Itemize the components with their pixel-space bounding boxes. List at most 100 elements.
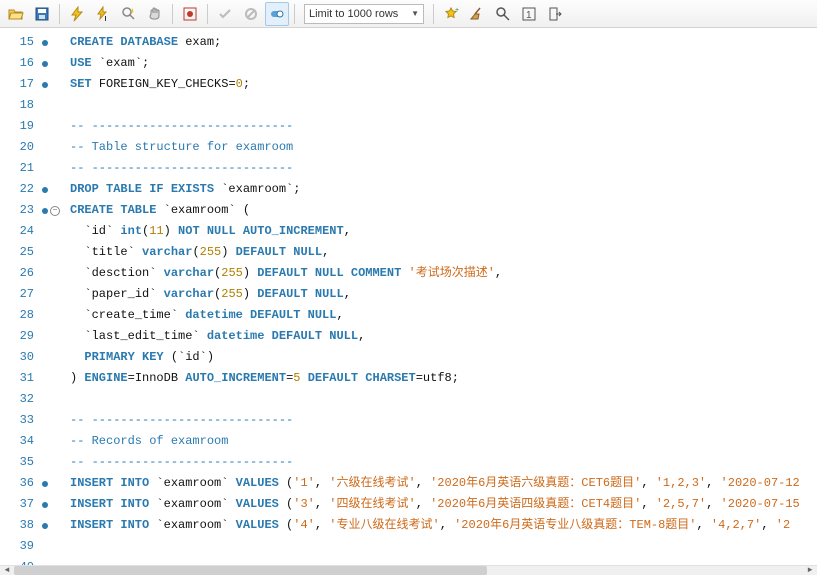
code-line[interactable]: INSERT INTO `examroom` VALUES ('3', '四级在… [66, 494, 817, 515]
lightning-cursor-icon [95, 6, 111, 22]
snippets-button[interactable] [543, 2, 567, 26]
autocommit-toggle[interactable] [265, 2, 289, 26]
stop-button[interactable] [143, 2, 167, 26]
cancel-grey-icon [243, 6, 259, 22]
line-number: 34 [0, 431, 40, 452]
rollback-button[interactable] [239, 2, 263, 26]
favorite-button[interactable]: + [439, 2, 463, 26]
beautify-button[interactable] [465, 2, 489, 26]
reconnect-button[interactable] [178, 2, 202, 26]
marker-row [40, 410, 66, 431]
save-icon [34, 6, 50, 22]
code-line[interactable]: USE `exam`; [66, 53, 817, 74]
marker-row [40, 347, 66, 368]
sql-editor[interactable]: 1516171819202122232425262728293031323334… [0, 28, 817, 575]
row-limit-dropdown[interactable]: Limit to 1000 rows ▼ [304, 4, 424, 24]
code-line[interactable]: ) ENGINE=InnoDB AUTO_INCREMENT=5 DEFAULT… [66, 368, 817, 389]
code-line[interactable]: `paper_id` varchar(255) DEFAULT NULL, [66, 284, 817, 305]
marker-row [40, 389, 66, 410]
code-line[interactable]: -- ---------------------------- [66, 116, 817, 137]
lightning-icon [69, 6, 85, 22]
marker-row [40, 305, 66, 326]
separator [433, 4, 434, 24]
statement-marker-icon [42, 481, 48, 487]
code-line[interactable]: SET FOREIGN_KEY_CHECKS=0; [66, 74, 817, 95]
code-area[interactable]: CREATE DATABASE exam;USE `exam`;SET FORE… [66, 28, 817, 575]
code-line[interactable]: -- Table structure for examroom [66, 137, 817, 158]
open-button[interactable] [4, 2, 28, 26]
code-line[interactable]: DROP TABLE IF EXISTS `examroom`; [66, 179, 817, 200]
statement-marker-icon [42, 523, 48, 529]
code-line[interactable]: `last_edit_time` datetime DEFAULT NULL, [66, 326, 817, 347]
toggle-icon [269, 6, 285, 22]
toolbar: Limit to 1000 rows ▼ + 1 [0, 0, 817, 28]
code-line[interactable]: `id` int(11) NOT NULL AUTO_INCREMENT, [66, 221, 817, 242]
execute-button[interactable] [65, 2, 89, 26]
wrap-button[interactable]: 1 [517, 2, 541, 26]
line-number-gutter: 1516171819202122232425262728293031323334… [0, 28, 40, 575]
explain-button[interactable] [117, 2, 141, 26]
marker-row [40, 53, 66, 74]
line-number: 16 [0, 53, 40, 74]
line-number: 17 [0, 74, 40, 95]
marker-row [40, 74, 66, 95]
line-number: 37 [0, 494, 40, 515]
code-line[interactable] [66, 95, 817, 116]
execute-current-button[interactable] [91, 2, 115, 26]
line-number: 22 [0, 179, 40, 200]
line-number: 35 [0, 452, 40, 473]
marker-row [40, 32, 66, 53]
line-number: 29 [0, 326, 40, 347]
scroll-track[interactable] [14, 566, 803, 575]
scroll-thumb[interactable] [14, 566, 487, 575]
code-line[interactable] [66, 389, 817, 410]
statement-marker-icon [42, 82, 48, 88]
marker-gutter: − [40, 28, 66, 575]
marker-row [40, 242, 66, 263]
marker-row [40, 116, 66, 137]
marker-row [40, 452, 66, 473]
magnify-lightning-icon [121, 6, 137, 22]
marker-row [40, 221, 66, 242]
find-button[interactable] [491, 2, 515, 26]
code-line[interactable]: `create_time` datetime DEFAULT NULL, [66, 305, 817, 326]
line-number: 25 [0, 242, 40, 263]
statement-marker-icon [42, 187, 48, 193]
code-line[interactable]: `desction` varchar(255) DEFAULT NULL COM… [66, 263, 817, 284]
code-line[interactable]: PRIMARY KEY (`id`) [66, 347, 817, 368]
scroll-left-arrow[interactable]: ◄ [0, 566, 14, 575]
code-line[interactable]: -- ---------------------------- [66, 452, 817, 473]
scroll-right-arrow[interactable]: ► [803, 566, 817, 575]
line-number: 18 [0, 95, 40, 116]
marker-row [40, 368, 66, 389]
separator [294, 4, 295, 24]
code-line[interactable]: INSERT INTO `examroom` VALUES ('1', '六级在… [66, 473, 817, 494]
line-number: 31 [0, 368, 40, 389]
code-line[interactable]: INSERT INTO `examroom` VALUES ('4', '专业八… [66, 515, 817, 536]
line-number: 33 [0, 410, 40, 431]
marker-row [40, 158, 66, 179]
code-line[interactable]: -- ---------------------------- [66, 410, 817, 431]
marker-row [40, 515, 66, 536]
code-line[interactable] [66, 536, 817, 557]
marker-row [40, 431, 66, 452]
code-line[interactable]: CREATE DATABASE exam; [66, 32, 817, 53]
row-limit-label: Limit to 1000 rows [309, 8, 398, 20]
horizontal-scrollbar[interactable]: ◄ ► [0, 565, 817, 575]
code-line[interactable]: -- ---------------------------- [66, 158, 817, 179]
code-line[interactable]: -- Records of examroom [66, 431, 817, 452]
statement-marker-icon [42, 208, 48, 214]
separator [207, 4, 208, 24]
check-grey-icon [217, 6, 233, 22]
line-number: 39 [0, 536, 40, 557]
statement-marker-icon [42, 61, 48, 67]
line-number: 26 [0, 263, 40, 284]
marker-row [40, 494, 66, 515]
commit-button[interactable] [213, 2, 237, 26]
fold-toggle-icon[interactable]: − [50, 206, 60, 216]
code-line[interactable]: `title` varchar(255) DEFAULT NULL, [66, 242, 817, 263]
code-line[interactable]: CREATE TABLE `examroom` ( [66, 200, 817, 221]
statement-marker-icon [42, 40, 48, 46]
marker-row [40, 284, 66, 305]
save-button[interactable] [30, 2, 54, 26]
